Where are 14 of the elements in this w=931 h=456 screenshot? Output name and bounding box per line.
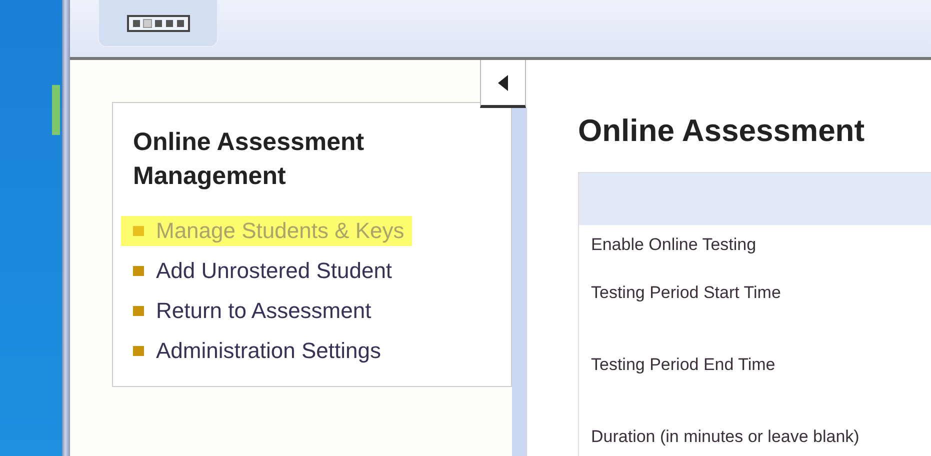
pager-button[interactable] (98, 0, 218, 47)
collapse-icon (498, 74, 508, 90)
pager-icon (126, 14, 190, 32)
scrollbar[interactable] (512, 108, 527, 456)
menu-link[interactable]: Return to Assessment (121, 296, 380, 326)
page-title: Online Assessment (578, 112, 866, 150)
field-label: Testing Period End Time (591, 355, 776, 375)
menu-link[interactable]: Add Unrostered Student (121, 256, 400, 286)
collapse-button[interactable] (480, 60, 526, 108)
field-label: Enable Online Testing (591, 235, 756, 255)
field-label: Duration (in minutes or leave blank) (591, 427, 860, 447)
panel-title: Online Assessment Management (133, 127, 366, 192)
field-label: Testing Period Start Time (591, 283, 781, 303)
menu-link[interactable]: Administration Settings (121, 336, 389, 366)
